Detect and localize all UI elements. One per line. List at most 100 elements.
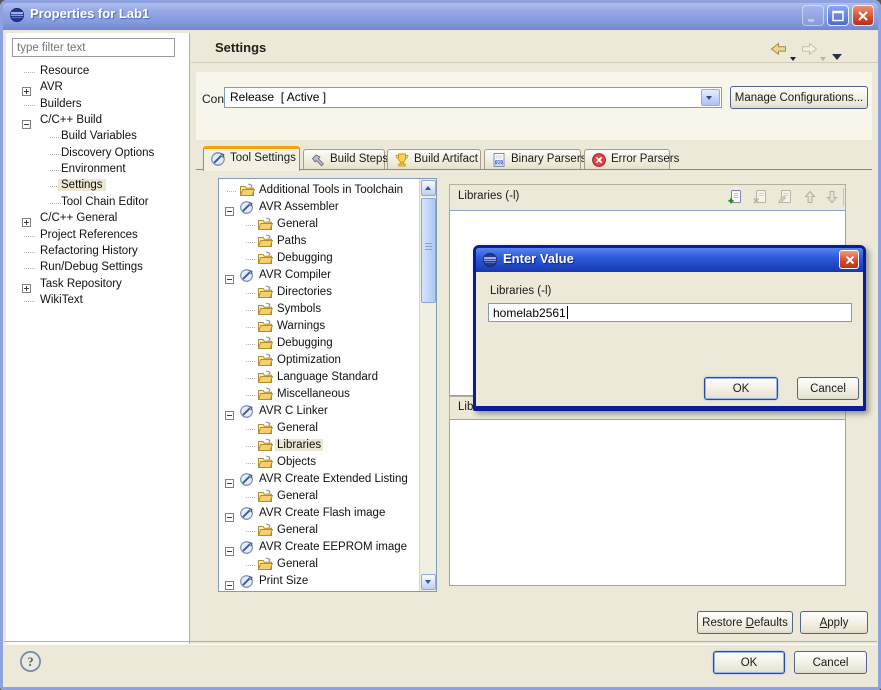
view-menu-icon — [832, 54, 842, 60]
back-menu-button[interactable] — [790, 48, 796, 66]
libraries-value-input[interactable]: homelab2561 — [488, 303, 852, 322]
tree-expander-icon[interactable] — [225, 509, 234, 518]
tree-item-label: Objects — [275, 456, 318, 468]
scrollbar-thumb[interactable] — [421, 198, 436, 303]
tree-expander-icon[interactable] — [225, 475, 234, 484]
sidebar-item-wikitext[interactable]: WikiText — [6, 293, 188, 309]
tree-item-symbols[interactable]: Symbols — [219, 301, 419, 318]
sidebar-item-tool-chain-editor[interactable]: Tool Chain Editor — [6, 195, 188, 211]
back-button[interactable] — [770, 41, 788, 59]
tool-icon — [239, 472, 255, 487]
tree-item-language-standard[interactable]: Language Standard — [219, 369, 419, 386]
add-icon[interactable] — [726, 188, 744, 206]
tree-expander-icon[interactable] — [22, 214, 31, 223]
tree-expander-icon[interactable] — [225, 543, 234, 552]
tree-expander-icon[interactable] — [225, 407, 234, 416]
tree-item-miscellaneous[interactable]: Miscellaneous — [219, 386, 419, 403]
tree-item-avr-create-extended-listing[interactable]: AVR Create Extended Listing — [219, 471, 419, 488]
tree-item-libraries[interactable]: Libraries — [219, 437, 419, 454]
ok-button[interactable]: OK — [713, 651, 785, 674]
scroll-down-button[interactable] — [421, 574, 436, 590]
apply-button[interactable]: Apply — [800, 611, 868, 634]
tool-icon — [239, 404, 255, 419]
dialog-cancel-button[interactable]: Cancel — [797, 377, 859, 400]
minimize-button[interactable] — [802, 5, 824, 26]
sidebar-item-task-repository[interactable]: Task Repository — [6, 277, 188, 293]
scroll-up-button[interactable] — [421, 180, 436, 196]
window-titlebar[interactable]: Properties for Lab1 — [0, 0, 881, 30]
tree-item-objects[interactable]: Objects — [219, 454, 419, 471]
sidebar-item-project-references[interactable]: Project References — [6, 228, 188, 244]
folder-icon — [239, 183, 255, 198]
tree-item-debugging[interactable]: Debugging — [219, 335, 419, 352]
sidebar-item-settings[interactable]: Settings — [6, 178, 188, 194]
sidebar-item-run-debug-settings[interactable]: Run/Debug Settings — [6, 260, 188, 276]
folder-icon — [257, 438, 273, 453]
sidebar-item-refactoring-history[interactable]: Refactoring History — [6, 244, 188, 260]
tree-expander-icon[interactable] — [225, 271, 234, 280]
tree-item-avr-assembler[interactable]: AVR Assembler — [219, 199, 419, 216]
tab-build-artifact[interactable]: Build Artifact — [387, 149, 481, 170]
close-button[interactable] — [852, 5, 874, 26]
tree-item-general[interactable]: General — [219, 488, 419, 505]
sidebar-item-discovery-options[interactable]: Discovery Options — [6, 146, 188, 162]
filter-input[interactable] — [12, 38, 175, 57]
sidebar-item-builders[interactable]: Builders — [6, 97, 188, 113]
dialog-ok-button[interactable]: OK — [704, 377, 778, 400]
forward-menu-button[interactable] — [820, 48, 826, 66]
tree-item-warnings[interactable]: Warnings — [219, 318, 419, 335]
sidebar-item-resource[interactable]: Resource — [6, 64, 188, 80]
configuration-select[interactable]: Release [ Active ] — [224, 87, 722, 108]
sidebar-item-build-variables[interactable]: Build Variables — [6, 129, 188, 145]
tab-tool-settings[interactable]: Tool Settings — [203, 146, 300, 171]
dialog-titlebar[interactable]: Enter Value — [476, 248, 863, 272]
tab-build-steps[interactable]: Build Steps — [303, 149, 385, 170]
dialog-cancel-label: Cancel — [810, 383, 846, 395]
tree-item-directories[interactable]: Directories — [219, 284, 419, 301]
maximize-button[interactable] — [827, 5, 849, 26]
tool-icon — [239, 268, 255, 283]
restore-defaults-button[interactable]: Restore Defaults — [697, 611, 793, 634]
tree-item-general[interactable]: General — [219, 556, 419, 573]
sidebar-item-label: Resource — [37, 65, 92, 77]
eclipse-icon — [9, 7, 25, 23]
trophy-icon — [394, 152, 410, 168]
tab-binary-parsers[interactable]: 010Binary Parsers — [484, 149, 581, 170]
tree-item-paths[interactable]: Paths — [219, 233, 419, 250]
tree-item-avr-c-linker[interactable]: AVR C Linker — [219, 403, 419, 420]
tree-item-optimization[interactable]: Optimization — [219, 352, 419, 369]
configuration-value: Release [ Active ] — [230, 90, 326, 104]
tree-item-label: Libraries — [275, 439, 323, 451]
tree-item-debugging[interactable]: Debugging — [219, 250, 419, 267]
tool-icon — [239, 506, 255, 521]
tree-item-label: Miscellaneous — [275, 388, 352, 400]
library-path-list[interactable] — [449, 419, 846, 586]
tree-item-avr-create-flash-image[interactable]: AVR Create Flash image — [219, 505, 419, 522]
tree-item-general[interactable]: General — [219, 216, 419, 233]
combo-arrow-icon[interactable] — [701, 89, 720, 106]
forward-button[interactable] — [800, 41, 818, 59]
tree-expander-icon[interactable] — [22, 116, 31, 125]
manage-configurations-button[interactable]: Manage Configurations... — [730, 86, 868, 109]
tab-label: Build Artifact — [414, 153, 478, 165]
tree-expander-icon[interactable] — [225, 577, 234, 586]
tree-item-avr-compiler[interactable]: AVR Compiler — [219, 267, 419, 284]
move-up-icon — [801, 188, 819, 206]
dialog-close-button[interactable] — [839, 250, 859, 269]
tab-error-parsers[interactable]: Error Parsers — [584, 149, 670, 170]
sidebar-item-environment[interactable]: Environment — [6, 162, 188, 178]
tree-item-general[interactable]: General — [219, 522, 419, 539]
tree-item-print-size[interactable]: Print Size — [219, 573, 419, 590]
tree-expander-icon[interactable] — [225, 203, 234, 212]
sidebar-item-label: Tool Chain Editor — [58, 196, 152, 208]
tree-item-avr-create-eeprom-image[interactable]: AVR Create EEPROM image — [219, 539, 419, 556]
sidebar-item-c-c-general[interactable]: C/C++ General — [6, 211, 188, 227]
tree-item-additional-tools-in-toolchain[interactable]: Additional Tools in Toolchain — [219, 182, 419, 199]
sidebar-item-c-c-build[interactable]: C/C++ Build — [6, 113, 188, 129]
cancel-button[interactable]: Cancel — [794, 651, 867, 674]
tree-expander-icon[interactable] — [22, 83, 31, 92]
tree-expander-icon[interactable] — [22, 280, 31, 289]
tree-item-general[interactable]: General — [219, 420, 419, 437]
sidebar-item-avr[interactable]: AVR — [6, 80, 188, 96]
help-button[interactable]: ? — [19, 650, 42, 673]
